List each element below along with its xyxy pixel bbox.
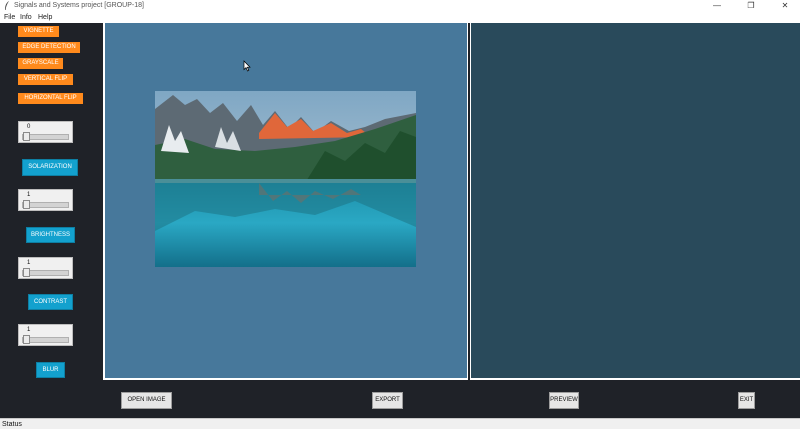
minimize-button[interactable]: — (706, 0, 728, 12)
edge-detection-button[interactable]: EDGE DETECTION (18, 42, 80, 53)
exit-button[interactable]: EXIT (738, 392, 755, 409)
close-button[interactable]: ✕ (774, 0, 796, 12)
slider-value: 1 (27, 260, 31, 266)
horizontal-flip-button[interactable]: HORIZONTAL FLIP (18, 93, 83, 104)
restore-button[interactable]: ❐ (740, 0, 762, 12)
mouse-pointer-icon (243, 60, 251, 72)
vertical-flip-button[interactable]: VERTICAL FLIP (18, 74, 73, 85)
menu-help[interactable]: Help (38, 13, 52, 22)
export-button[interactable]: EXPORT (372, 392, 403, 409)
solarization-slider[interactable]: 0 (18, 121, 73, 143)
slider-value: 1 (27, 327, 31, 333)
menu-info[interactable]: Info (20, 13, 32, 22)
contrast-slider[interactable]: 1 (18, 257, 73, 279)
brightness-slider[interactable]: 1 (18, 189, 73, 211)
blur-slider[interactable]: 1 (18, 324, 73, 346)
app-area: VIGNETTE EDGE DETECTION GRAYSCALE VERTIC… (0, 23, 800, 418)
feather-icon (5, 1, 9, 10)
slider-handle[interactable] (23, 200, 30, 209)
solarization-button[interactable]: SOLARIZATION (22, 159, 78, 176)
loaded-image (155, 91, 416, 267)
menu-file[interactable]: File (4, 13, 15, 22)
preview-canvas (470, 23, 800, 380)
status-bar: Status (0, 418, 800, 429)
grayscale-button[interactable]: GRAYSCALE (18, 58, 63, 69)
slider-handle[interactable] (23, 132, 30, 141)
slider-handle[interactable] (23, 268, 30, 277)
brightness-button[interactable]: BRIGHTNESS (26, 227, 75, 243)
slider-value: 0 (27, 124, 31, 130)
slider-handle[interactable] (23, 335, 30, 344)
contrast-button[interactable]: CONTRAST (28, 294, 73, 310)
original-image-canvas (103, 23, 468, 380)
mountain-lake-picture (155, 91, 416, 267)
menu-bar: File Info Help (0, 12, 800, 23)
blur-button[interactable]: BLUR (36, 362, 65, 378)
slider-value: 1 (27, 192, 31, 198)
window-title: Signals and Systems project [GROUP-18] (14, 2, 144, 9)
preview-button[interactable]: PREVIEW (549, 392, 579, 409)
title-bar: Signals and Systems project [GROUP-18] —… (0, 0, 800, 12)
status-text: Status (2, 421, 22, 428)
vignette-button[interactable]: VIGNETTE (18, 26, 59, 37)
open-image-button[interactable]: OPEN IMAGE (121, 392, 172, 409)
